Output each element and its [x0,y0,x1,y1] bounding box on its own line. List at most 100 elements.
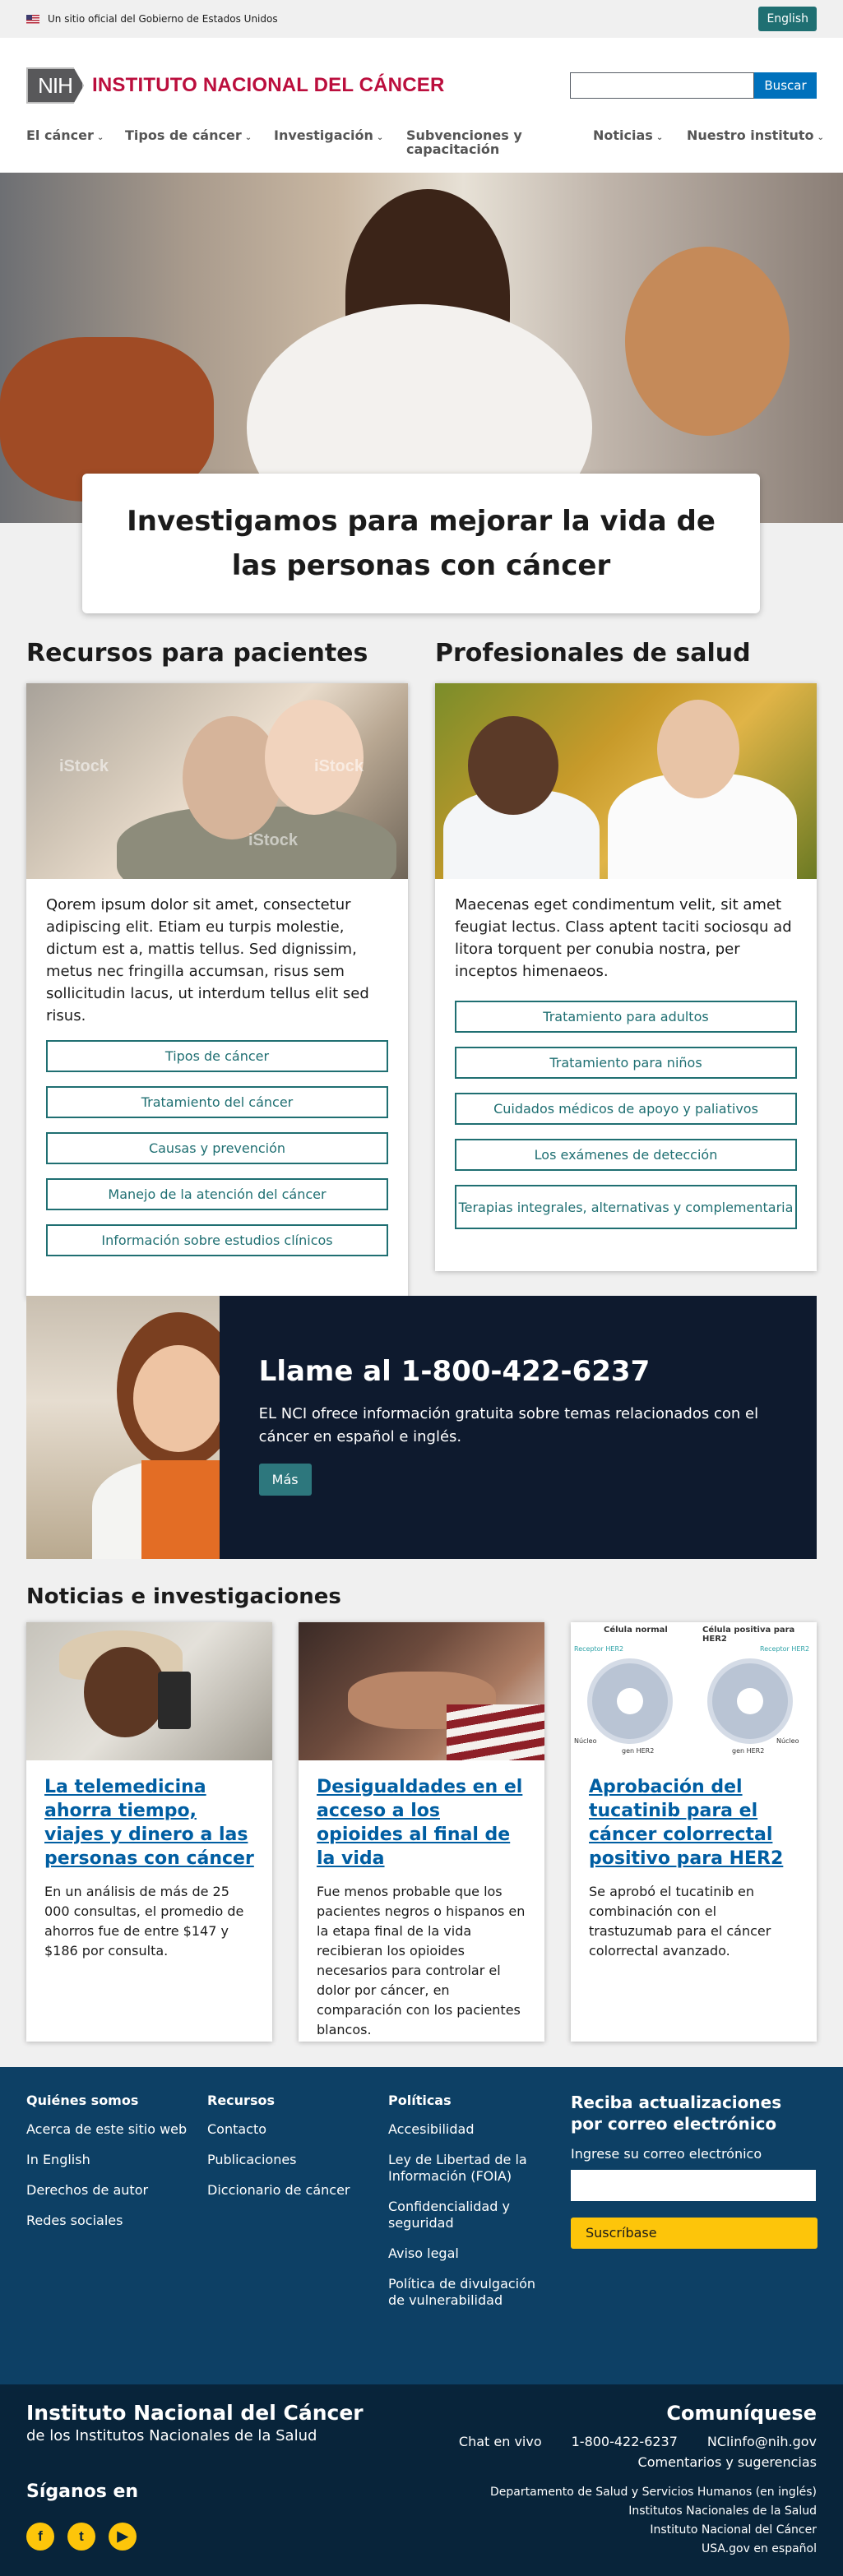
news-image-telemedicine [26,1622,272,1760]
facebook-icon[interactable]: f [26,2523,54,2551]
nav-label: Investigación [274,127,373,143]
footer-link[interactable]: Acerca de este sitio web [26,2121,187,2138]
nucleus-label: Núcleo [776,1737,799,1745]
news-link-telemedicina[interactable]: La telemedicina ahorra tiempo, viajes y … [44,1777,254,1869]
hero-card: Investigamos para mejorar la vida de las… [82,474,760,613]
footer-col-title: Recursos [207,2093,275,2108]
follow-us-label: Síganos en [26,2481,139,2502]
email-link[interactable]: NCIinfo@nih.gov [707,2434,817,2449]
youtube-icon[interactable]: ▶ [109,2523,137,2551]
nav-item-noticias[interactable]: Noticias ⌄ [593,128,663,145]
pros-link-cuidados[interactable]: Cuidados médicos de apoyo y paliativos [455,1093,797,1125]
hhs-link[interactable]: Departamento de Salud y Servicios Humano… [490,2486,817,2499]
istock-watermark: iStock [59,757,109,775]
footer-link[interactable]: Ley de Libertad de la Información (FOIA) [388,2152,536,2185]
news-card-body: La telemedicina ahorra tiempo, viajes y … [26,1760,272,1976]
patients-column: Recursos para pacientes iStock iStock iS… [26,636,408,1298]
news-link-tucatinib[interactable]: Aprobación del tucatinib para el cáncer … [589,1777,783,1869]
footer-col-about: Quiénes somos Acerca de este sitio web I… [26,2092,187,2243]
news-card: Célula normal Célula positiva para HER2 … [571,1622,817,2042]
audience-columns: Recursos para pacientes iStock iStock iS… [26,636,817,1298]
news-image-her2-diagram: Célula normal Célula positiva para HER2 … [571,1622,817,1760]
connect-title: Comuníquese [666,2402,817,2425]
call-more-button[interactable]: Más [258,1464,312,1496]
news-card: La telemedicina ahorra tiempo, viajes y … [26,1622,272,2042]
nav-item-subvenciones[interactable]: Subvenciones y capacitación [406,128,538,156]
normal-cell-label: Célula normal [604,1626,668,1635]
email-label: Ingrese su correo electrónico [571,2146,762,2162]
chevron-down-icon: ⌄ [655,133,664,142]
footer-link[interactable]: Redes sociales [26,2213,187,2229]
patients-card: iStock iStock iStock Qorem ipsum dolor s… [26,683,408,1298]
comments-link[interactable]: Comentarios y sugerencias [638,2454,817,2470]
footer-link[interactable]: Política de divulgación de vulnerabilida… [388,2276,536,2309]
news-section-title: Noticias e investigaciones [26,1584,341,1609]
patients-title: Recursos para pacientes [26,639,368,668]
call-banner-image [26,1296,220,1559]
pros-link-examenes[interactable]: Los exámenes de detección [455,1139,797,1171]
news-card-body: Desigualdades en el acceso a los opioide… [299,1760,544,2055]
nav-label: Noticias [593,127,653,143]
news-card-body: Aprobación del tucatinib para el cáncer … [571,1760,817,1976]
footer-bottom: Instituto Nacional del Cáncer de los Ins… [0,2384,843,2576]
her2-cell-label: Célula positiva para HER2 [702,1626,795,1644]
patients-text: Qorem ipsum dolor sit amet, consectetur … [46,896,369,1024]
footer-contact: Comuníquese Chat en vivo 1-800-422-6237 … [459,2401,817,2559]
english-language-button[interactable]: English [758,7,817,31]
news-list: La telemedicina ahorra tiempo, viajes y … [26,1622,817,2042]
footer-link[interactable]: Publicaciones [207,2152,350,2168]
email-field[interactable] [571,2170,816,2201]
main-nav: El cáncer ⌄ Tipos de cáncer ⌄ Investigació… [0,38,843,173]
patients-link-manejo[interactable]: Manejo de la atención del cáncer [46,1178,388,1210]
footer-link[interactable]: Aviso legal [388,2245,536,2262]
patients-image: iStock iStock iStock [26,683,408,879]
nav-label: El cáncer [26,127,94,143]
us-flag-icon [26,14,39,24]
gene-label: gen HER2 [732,1747,765,1755]
twitter-icon[interactable]: t [67,2523,95,2551]
nav-item-el-cancer[interactable]: El cáncer ⌄ [26,128,104,145]
patients-link-estudios[interactable]: Información sobre estudios clínicos [46,1224,388,1256]
footer-org-subtitle: de los Institutos Nacionales de la Salud [26,2427,317,2444]
footer-col-policies: Políticas Accesibilidad Ley de Libertad … [388,2092,536,2323]
nav-label: Tipos de cáncer [125,127,242,143]
gov-banner-left: Un sitio oficial del Gobierno de Estados… [26,13,278,25]
news-card: Desigualdades en el acceso a los opioide… [299,1622,544,2042]
site-footer: Quiénes somos Acerca de este sitio web I… [0,2067,843,2384]
phone-link[interactable]: 1-800-422-6237 [572,2434,678,2449]
istock-watermark: iStock [248,831,299,849]
footer-link[interactable]: Confidencialidad y seguridad [388,2199,536,2231]
pros-link-terapias[interactable]: Terapias integrales, alternativas y comp… [455,1185,797,1229]
gov-banner: Un sitio oficial del Gobierno de Estados… [0,0,843,38]
news-link-opioides[interactable]: Desigualdades en el acceso a los opioide… [317,1777,522,1869]
patients-link-causas[interactable]: Causas y prevención [46,1132,388,1164]
professionals-card: Maecenas eget condimentum velit, sit ame… [435,683,817,1271]
footer-link[interactable]: In English [26,2152,187,2168]
nci-link[interactable]: Instituto Nacional del Cáncer [650,2523,817,2537]
professionals-title: Profesionales de salud [435,639,751,668]
live-chat-link[interactable]: Chat en vivo [459,2434,542,2449]
normal-cell-shape [587,1658,673,1744]
call-text: EL NCI ofrece información gratuita sobre… [258,1405,759,1445]
footer-col-title: Políticas [388,2093,452,2108]
subscribe-button[interactable]: Suscríbase [571,2218,818,2249]
nih-link[interactable]: Institutos Nacionales de la Salud [628,2504,817,2518]
pros-link-adultos[interactable]: Tratamiento para adultos [455,1001,797,1033]
footer-col-title: Quiénes somos [26,2093,139,2108]
patients-card-body: Qorem ipsum dolor sit amet, consectetur … [26,879,408,1298]
footer-link[interactable]: Diccionario de cáncer [207,2182,350,2199]
call-title: Llame al 1-800-422-6237 [258,1355,651,1388]
footer-link[interactable]: Accesibilidad [388,2121,536,2138]
gov-banner-text: Un sitio oficial del Gobierno de Estados… [48,13,278,25]
chevron-down-icon: ⌄ [96,133,104,142]
news-summary: Se aprobó el tucatinib en combinación co… [589,1884,771,1959]
pros-link-ninos[interactable]: Tratamiento para niños [455,1047,797,1079]
patients-link-tipos[interactable]: Tipos de cáncer [46,1040,388,1072]
footer-link[interactable]: Contacto [207,2121,350,2138]
nav-item-nuestro-instituto[interactable]: Nuestro instituto ⌄ [687,128,824,145]
footer-link[interactable]: Derechos de autor [26,2182,187,2199]
usagov-link[interactable]: USA.gov en español [702,2542,817,2555]
patients-link-tratamiento[interactable]: Tratamiento del cáncer [46,1086,388,1118]
nav-item-investigacion[interactable]: Investigación ⌄ [274,128,383,145]
nav-item-tipos-de-cancer[interactable]: Tipos de cáncer ⌄ [125,128,252,145]
